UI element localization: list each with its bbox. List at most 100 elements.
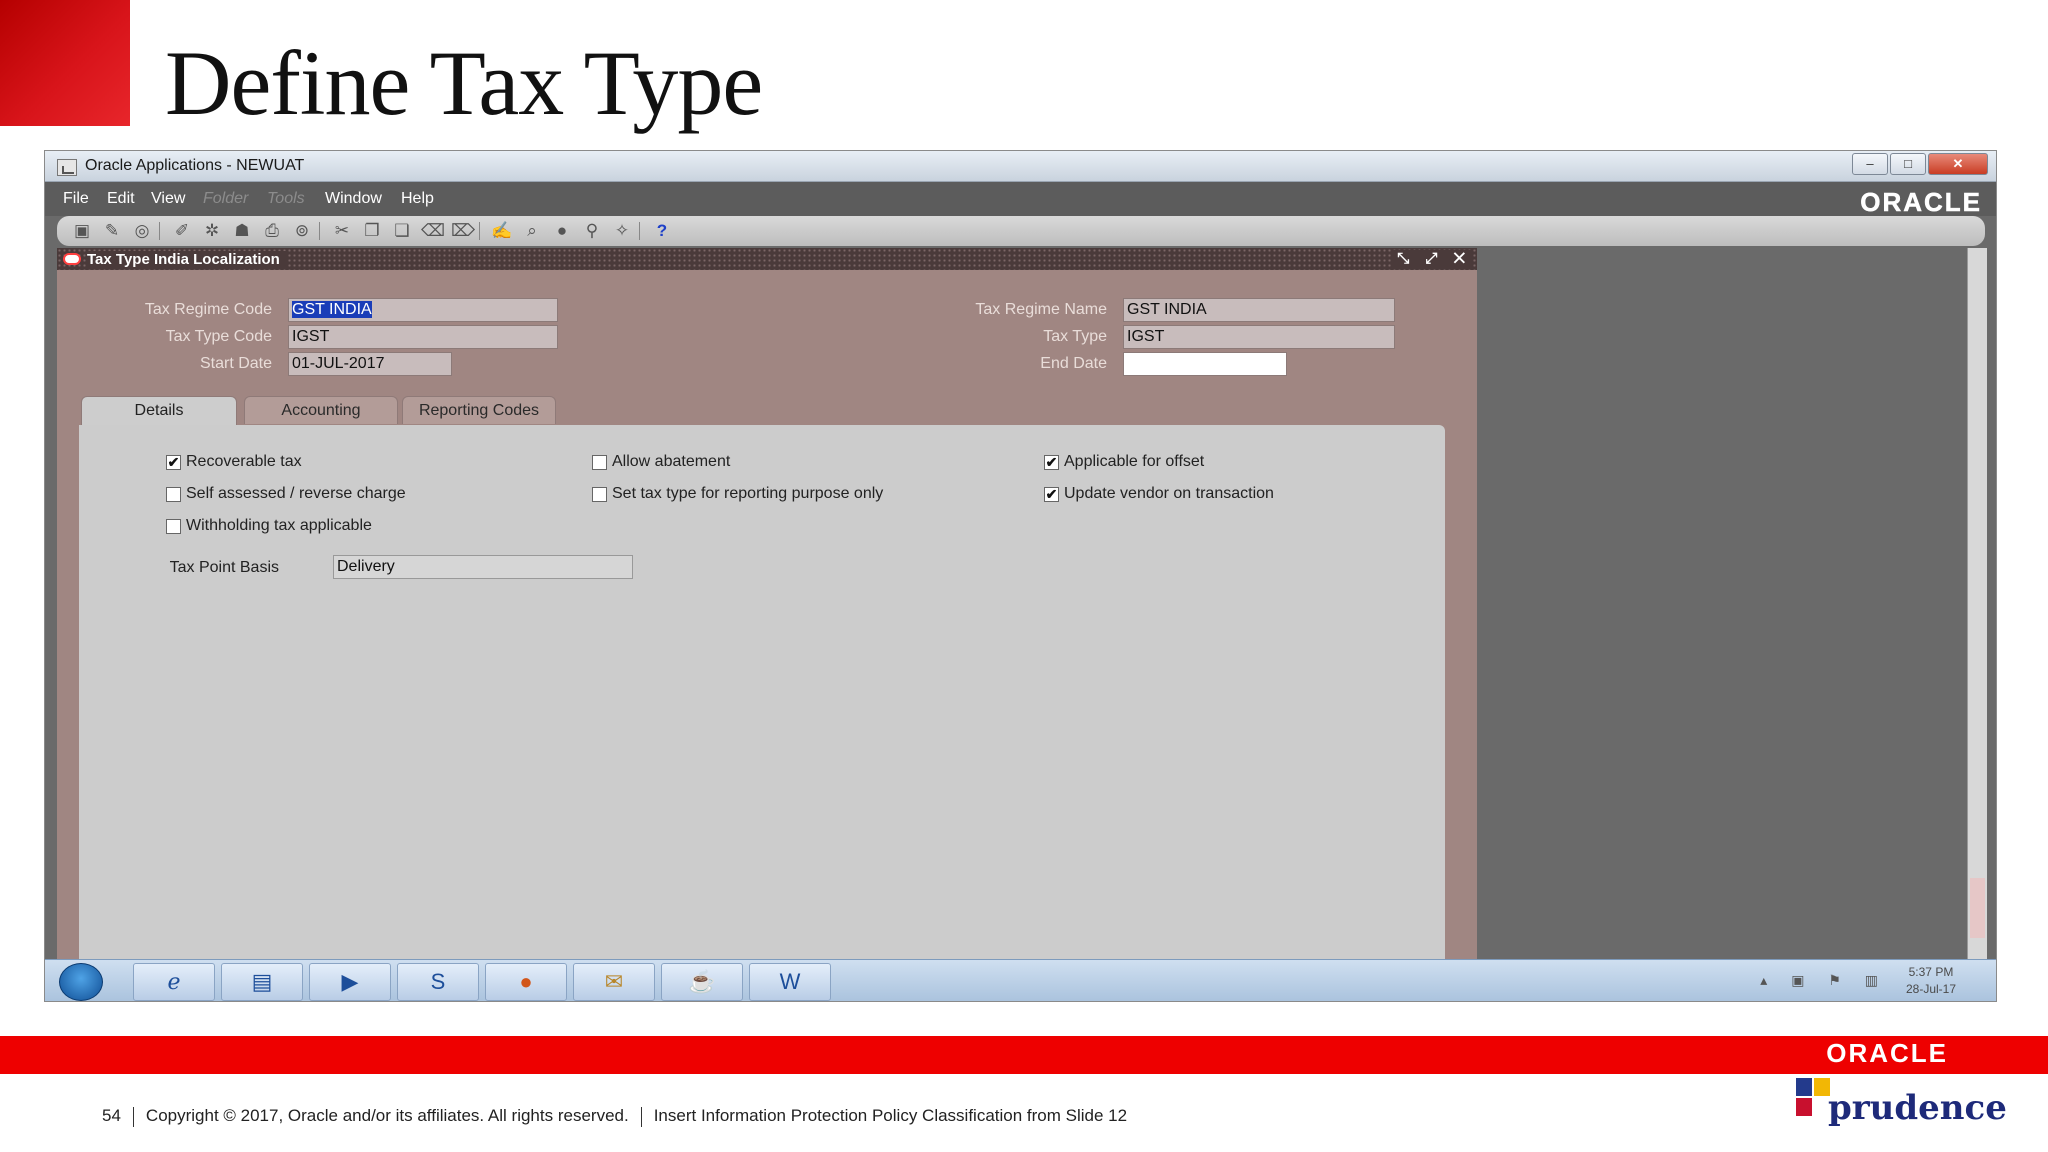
vertical-scrollbar[interactable] <box>1967 248 1987 978</box>
tax-type-label: Tax Type <box>1043 328 1107 345</box>
toolbar: ▣ ✎ ◎ ✐ ✲ ☗ ⎙ ⊚ ✂ ❐ ❏ ⌫ ⌦ ✍ ⌕ ● ⚲ ✧ ? <box>57 216 1985 246</box>
checkbox-label: Update vendor on transaction <box>1064 485 1274 502</box>
media-player-icon[interactable]: ▶ <box>309 963 391 1001</box>
checkbox-box[interactable] <box>592 486 607 502</box>
window-controls: – □ ✕ <box>1852 153 1988 175</box>
file-explorer-icon[interactable]: ▤ <box>221 963 303 1001</box>
checkbox-box[interactable]: ✔ <box>1044 454 1059 470</box>
checkbox-label: Applicable for offset <box>1064 453 1205 470</box>
menu-tools[interactable]: Tools <box>267 190 305 208</box>
form-title: Tax Type India Localization <box>87 251 286 268</box>
checkbox-label: Allow abatement <box>612 453 731 470</box>
reporting-purpose-checkbox[interactable]: Set tax type for reporting purpose only <box>592 485 883 503</box>
tax-type-code-label: Tax Type Code <box>165 328 272 345</box>
checkbox-label: Self assessed / reverse charge <box>186 485 406 502</box>
delete-icon[interactable]: ⌦ <box>451 221 475 241</box>
menu-bar: File Edit View Folder Tools Window Help … <box>45 182 1996 218</box>
firefox-icon[interactable]: ● <box>485 963 567 1001</box>
windows-start-icon[interactable] <box>59 963 103 1001</box>
taskbar: ℯ ▤ ▶ S ● ✉ ☕ W ▴ ▣ ⚑ ▥ 5:37 PM 28-Jul-1… <box>45 959 1996 1001</box>
cut-icon[interactable]: ✂ <box>331 221 353 241</box>
end-date-field[interactable] <box>1123 352 1287 376</box>
taskbar-clock[interactable]: 5:37 PM 28-Jul-17 <box>1906 964 1956 998</box>
folder-tools-icon[interactable]: ✧ <box>611 221 633 241</box>
oracle-footer-logo: ORACLE <box>1826 1038 1948 1068</box>
slide-title: Define Tax Type <box>165 32 763 134</box>
applicable-for-offset-checkbox[interactable]: ✔ Applicable for offset <box>1044 453 1204 471</box>
footer-red-band <box>0 1036 2048 1074</box>
allow-abatement-checkbox[interactable]: Allow abatement <box>592 453 730 471</box>
system-tray[interactable]: ▴ ▣ ⚑ ▥ <box>1760 972 1888 989</box>
menu-edit[interactable]: Edit <box>107 190 135 208</box>
new-record-icon[interactable]: ▣ <box>71 221 93 241</box>
form-window-controls[interactable]: ⤡ ⤢ ✕ <box>1391 250 1471 267</box>
zoom-icon[interactable]: ⌕ <box>521 221 543 241</box>
tax-type-code-field[interactable]: IGST <box>288 325 558 349</box>
menu-file[interactable]: File <box>63 190 89 208</box>
checkbox-box[interactable] <box>166 518 181 534</box>
recoverable-tax-checkbox[interactable]: ✔ Recoverable tax <box>166 453 302 471</box>
menu-folder[interactable]: Folder <box>203 190 248 208</box>
end-date-label: End Date <box>1040 355 1107 372</box>
tab-reporting-codes[interactable]: Reporting Codes <box>402 396 556 424</box>
tax-regime-name-label: Tax Regime Name <box>975 301 1107 318</box>
clear-icon[interactable]: ⌫ <box>421 221 445 241</box>
oracle-logo: ORACLE <box>1860 187 1982 218</box>
word-icon[interactable]: W <box>749 963 831 1001</box>
maximize-button[interactable]: □ <box>1890 153 1926 175</box>
app-icon <box>57 159 77 176</box>
tax-regime-name-field[interactable]: GST INDIA <box>1123 298 1395 322</box>
skype-icon[interactable]: S <box>397 963 479 1001</box>
minimize-button[interactable]: – <box>1852 153 1888 175</box>
slide: Define Tax Type Oracle Applications - NE… <box>0 0 2048 1152</box>
open-folder-icon[interactable]: ✐ <box>171 221 193 241</box>
oracle-form-icon <box>63 253 81 265</box>
checkbox-label: Set tax type for reporting purpose only <box>612 485 884 502</box>
save-icon[interactable]: ✲ <box>201 221 223 241</box>
paste-icon[interactable]: ❏ <box>391 221 413 241</box>
checkbox-box[interactable]: ✔ <box>1044 486 1059 502</box>
copy-icon[interactable]: ❐ <box>361 221 383 241</box>
printer-icon[interactable]: ⎙ <box>261 221 283 241</box>
tax-type-form-window: Tax Type India Localization ⤡ ⤢ ✕ Tax Re… <box>57 248 1477 978</box>
checkbox-box[interactable] <box>166 486 181 502</box>
close-button[interactable]: ✕ <box>1928 153 1988 175</box>
internet-explorer-icon[interactable]: ℯ <box>133 963 215 1001</box>
page-number: 54 <box>102 1106 121 1125</box>
update-vendor-checkbox[interactable]: ✔ Update vendor on transaction <box>1044 485 1274 503</box>
tax-regime-code-value: GST INDIA <box>292 301 372 318</box>
menu-help[interactable]: Help <box>401 190 434 208</box>
attachments-icon[interactable]: ⚲ <box>581 221 603 241</box>
edit-field-icon[interactable]: ✍ <box>491 221 513 241</box>
application-screenshot: Oracle Applications - NEWUAT – □ ✕ File … <box>44 150 1997 1002</box>
checkbox-label: Withholding tax applicable <box>186 517 372 534</box>
tax-point-basis-field[interactable]: Delivery <box>333 555 633 579</box>
navigator-icon[interactable]: ◎ <box>131 221 153 241</box>
footer-text: 54 Copyright © 2017, Oracle and/or its af… <box>102 1106 1127 1127</box>
start-date-field[interactable]: 01-JUL-2017 <box>288 352 452 376</box>
menu-view[interactable]: View <box>151 190 185 208</box>
mail-icon[interactable]: ✉ <box>573 963 655 1001</box>
withholding-tax-checkbox[interactable]: Withholding tax applicable <box>166 517 372 535</box>
close-form-icon[interactable]: ⊚ <box>291 221 313 241</box>
tab-accounting[interactable]: Accounting <box>244 396 398 424</box>
checkbox-box[interactable]: ✔ <box>166 454 181 470</box>
tax-regime-code-field[interactable]: GST INDIA <box>288 298 558 322</box>
help-icon[interactable]: ? <box>651 221 673 241</box>
clock-time: 5:37 PM <box>1908 965 1954 979</box>
classification-text: Insert Information Protection Policy Cla… <box>653 1106 1128 1125</box>
tax-regime-code-label: Tax Regime Code <box>144 301 272 318</box>
translations-icon[interactable]: ● <box>551 221 573 241</box>
checkbox-box[interactable] <box>592 454 607 470</box>
find-icon[interactable]: ✎ <box>101 221 123 241</box>
form-titlebar: Tax Type India Localization ⤡ ⤢ ✕ <box>57 248 1477 270</box>
print-icon[interactable]: ☗ <box>231 221 253 241</box>
menu-window[interactable]: Window <box>325 190 382 208</box>
scrollbar-thumb[interactable] <box>1970 878 1985 938</box>
tax-type-field[interactable]: IGST <box>1123 325 1395 349</box>
java-icon[interactable]: ☕ <box>661 963 743 1001</box>
copyright-text: Copyright © 2017, Oracle and/or its affi… <box>145 1106 629 1125</box>
red-corner-block <box>0 0 130 126</box>
checkbox-label: Recoverable tax <box>186 453 302 470</box>
self-assessed-checkbox[interactable]: Self assessed / reverse charge <box>166 485 406 503</box>
